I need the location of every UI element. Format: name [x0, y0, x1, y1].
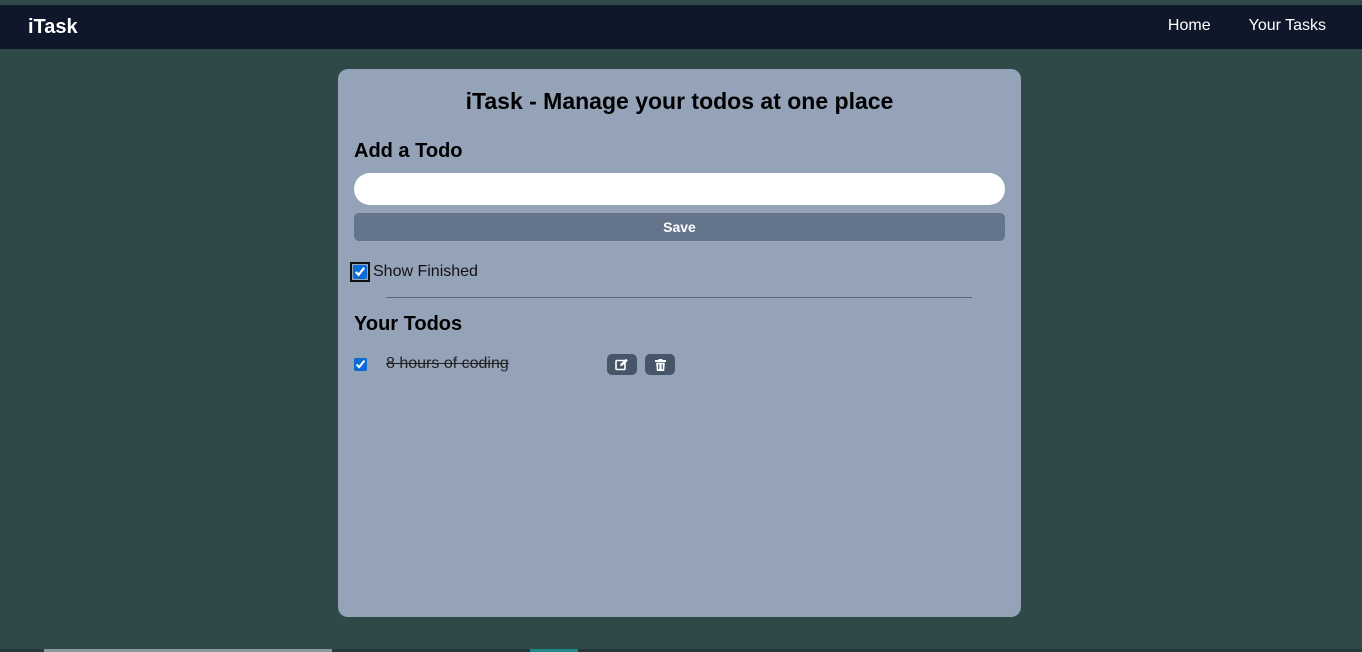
edit-icon [615, 358, 628, 371]
todo-text: 8 hours of coding [386, 355, 509, 372]
todo-input[interactable] [354, 173, 1005, 205]
divider [386, 297, 972, 298]
todo-card: iTask - Manage your todos at one place A… [338, 69, 1021, 617]
add-todo-heading: Add a Todo [354, 140, 463, 162]
your-todos-heading: Your Todos [354, 313, 463, 335]
save-button[interactable]: Save [354, 213, 1005, 241]
brand-logo[interactable]: iTask [28, 16, 78, 39]
show-finished-checkbox[interactable] [350, 262, 370, 282]
nav-link-your-tasks[interactable]: Your Tasks [1249, 17, 1326, 35]
navbar: iTask Home Your Tasks [0, 5, 1362, 49]
todo-item: 8 hours of coding [354, 354, 994, 376]
nav-links: Home Your Tasks [1168, 17, 1326, 35]
edit-button[interactable] [607, 354, 637, 375]
delete-button[interactable] [645, 354, 675, 375]
show-finished-toggle[interactable]: Show Finished [350, 262, 478, 282]
nav-link-home[interactable]: Home [1168, 17, 1211, 35]
trash-icon [654, 358, 666, 371]
todo-complete-checkbox[interactable] [354, 358, 367, 371]
show-finished-label: Show Finished [373, 263, 478, 280]
page-title: iTask - Manage your todos at one place [465, 88, 894, 114]
